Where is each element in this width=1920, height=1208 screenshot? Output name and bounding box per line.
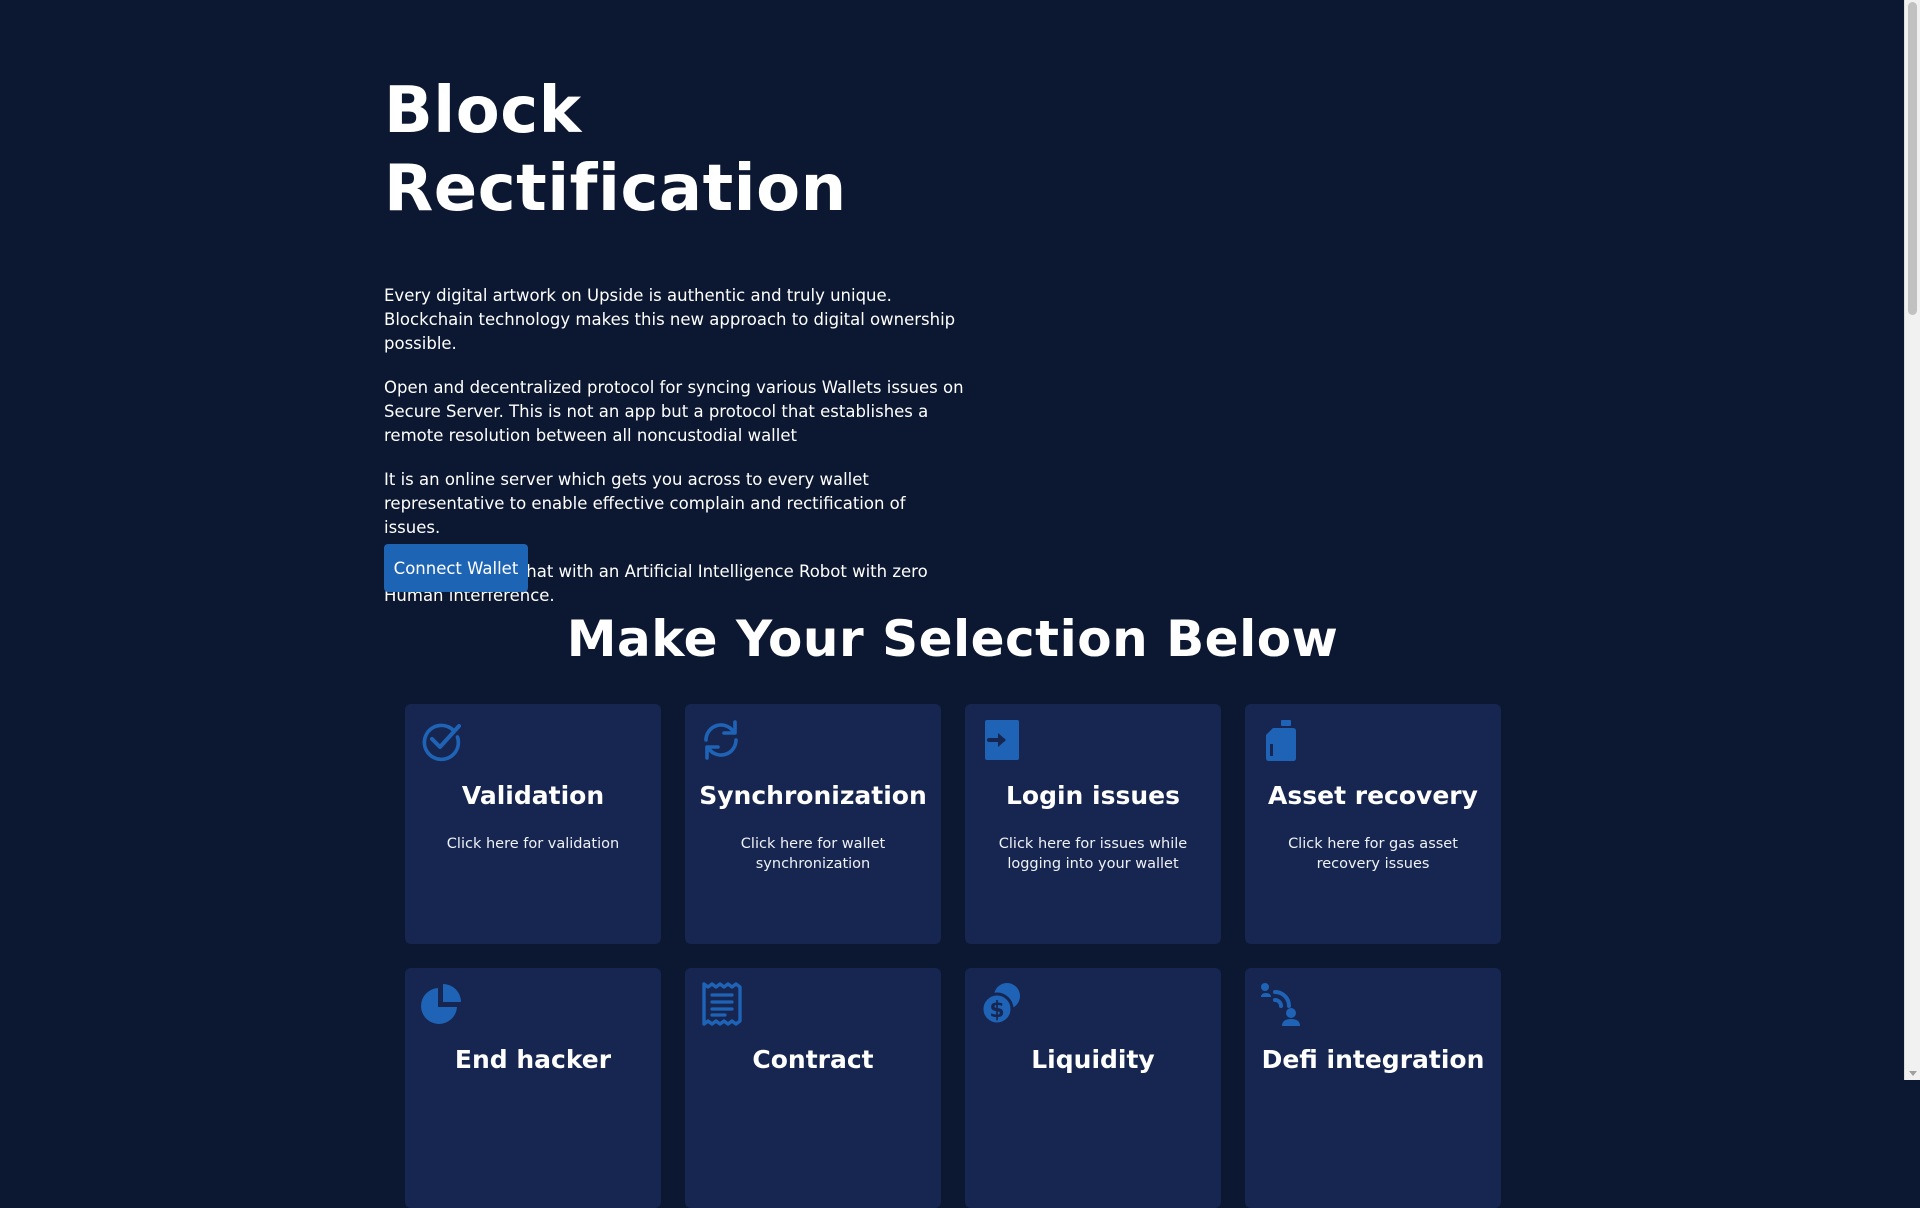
intro-paragraph: Open and decentralized protocol for sync… [384, 378, 964, 445]
signal-user-icon [1259, 982, 1303, 1026]
selection-grid: Validation Click here for validation Syn… [405, 704, 1501, 1208]
card-end-hacker[interactable]: End hacker [405, 968, 661, 1208]
card-liquidity[interactable]: $ Liquidity [965, 968, 1221, 1208]
card-title: Liquidity [1031, 1045, 1155, 1074]
refresh-icon [699, 718, 743, 762]
card-validation[interactable]: Validation Click here for validation [405, 704, 661, 944]
card-description: Click here for issues while logging into… [998, 836, 1188, 872]
card-contract[interactable]: Contract [685, 968, 941, 1208]
card-title: Validation [461, 781, 605, 810]
section-title: Make Your Selection Below [566, 610, 1339, 668]
card-title: Defi integration [1261, 1045, 1485, 1074]
vertical-scrollbar[interactable] [1904, 0, 1920, 1080]
scroll-down-arrow-icon[interactable] [1909, 1071, 1917, 1076]
card-login-issues[interactable]: Login issues Click here for issues while… [965, 704, 1221, 944]
card-title: Synchronization [699, 781, 927, 810]
pie-chart-icon [419, 982, 463, 1026]
card-synchronization[interactable]: Synchronization Click here for wallet sy… [685, 704, 941, 944]
receipt-icon [699, 982, 743, 1026]
card-title: Login issues [1005, 781, 1181, 810]
scrollbar-thumb[interactable] [1908, 2, 1917, 315]
check-circle-icon [419, 718, 463, 762]
card-description: Click here for gas asset recovery issues [1288, 836, 1458, 872]
intro-paragraph: It is an online server which gets you ac… [384, 470, 906, 537]
card-defi-integration[interactable]: Defi integration [1245, 968, 1501, 1208]
svg-text:$: $ [989, 998, 1004, 1023]
login-icon [979, 718, 1023, 762]
card-description: Click here for validation [446, 836, 620, 852]
card-title: End hacker [454, 1045, 612, 1074]
gas-canister-icon [1259, 718, 1303, 762]
card-title: Asset recovery [1268, 781, 1478, 810]
card-asset-recovery[interactable]: Asset recovery Click here for gas asset … [1245, 704, 1501, 944]
page-title: Block Rectification [384, 74, 847, 226]
connect-wallet-button[interactable]: Connect Wallet [384, 544, 528, 592]
card-title: Contract [752, 1045, 874, 1074]
intro-paragraph: Every digital artwork on Upside is authe… [384, 286, 956, 353]
card-description: Click here for wallet synchronization [740, 836, 886, 872]
coins-icon: $ [979, 982, 1023, 1026]
